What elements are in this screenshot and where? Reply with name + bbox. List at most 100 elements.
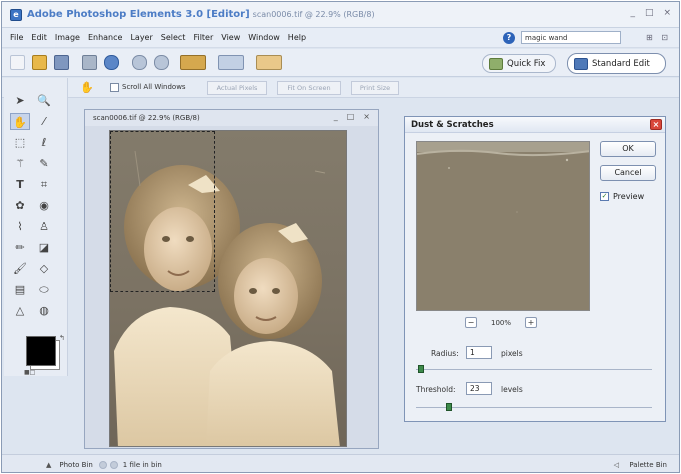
- magic-wand-tool-icon[interactable]: ⚚: [10, 155, 30, 172]
- default-colors-icon[interactable]: ■□: [24, 369, 35, 376]
- document-title-bar: scan0006.tif @ 22.9% (RGB/8) _ □ ×: [85, 110, 378, 126]
- radius-input[interactable]: [466, 346, 492, 359]
- dust-scratches-dialog: Dust & Scratches × − 100% + OK Cancel ✓ …: [404, 116, 666, 422]
- eyedropper-tool-icon[interactable]: ⁄: [34, 113, 54, 130]
- menu-help[interactable]: Help: [288, 33, 306, 42]
- photo-bin-nav: [98, 460, 118, 469]
- gradient-tool-icon[interactable]: ▤: [10, 281, 30, 298]
- photo-bin-label[interactable]: Photo Bin: [59, 461, 92, 469]
- menu-edit[interactable]: Edit: [31, 33, 47, 42]
- type-tool-icon[interactable]: T: [10, 176, 30, 193]
- date-view-icon[interactable]: [218, 55, 244, 70]
- clone-stamp-tool-icon[interactable]: ♙: [34, 218, 54, 235]
- cancel-button[interactable]: Cancel: [600, 165, 656, 181]
- app-title: Adobe Photoshop Elements 3.0 [Editor]: [27, 9, 250, 20]
- swap-colors-icon[interactable]: ↰: [59, 334, 65, 342]
- fit-on-screen-button[interactable]: Fit On Screen: [277, 81, 341, 95]
- menu-file[interactable]: File: [10, 33, 23, 42]
- document-window: scan0006.tif @ 22.9% (RGB/8) _ □ ×: [84, 109, 379, 449]
- hand-tool-options-icon: ✋: [80, 81, 94, 94]
- palette-bin-label[interactable]: Palette Bin: [629, 461, 667, 469]
- menu-bar: File Edit Image Enhance Layer Select Fil…: [2, 28, 679, 48]
- document-maximize-icon[interactable]: □: [347, 112, 355, 121]
- dialog-close-icon[interactable]: ×: [650, 119, 662, 130]
- photo-bin-count: 1 file in bin: [122, 460, 162, 469]
- document-close-icon[interactable]: ×: [363, 112, 370, 121]
- radius-slider-thumb[interactable]: [418, 365, 424, 373]
- photo-bin-toggle-icon[interactable]: ▲: [46, 461, 51, 469]
- new-file-icon[interactable]: [10, 55, 25, 70]
- palette-bin-toggle-icon[interactable]: ◁: [614, 461, 619, 469]
- window-doc-title: scan0006.tif @ 22.9% (RGB/8): [252, 10, 375, 19]
- title-bar: e Adobe Photoshop Elements 3.0 [Editor] …: [2, 2, 679, 28]
- cookie-cutter-tool-icon[interactable]: ✿: [10, 197, 30, 214]
- actual-pixels-button[interactable]: Actual Pixels: [207, 81, 267, 95]
- menu-image[interactable]: Image: [55, 33, 80, 42]
- radius-slider-track[interactable]: [416, 369, 652, 370]
- threshold-input[interactable]: [466, 382, 492, 395]
- standard-edit-button[interactable]: Standard Edit: [567, 53, 666, 74]
- print-size-button[interactable]: Print Size: [351, 81, 399, 95]
- preview-checkbox[interactable]: ✓: [600, 192, 609, 201]
- menu-filter[interactable]: Filter: [193, 33, 213, 42]
- selection-brush-tool-icon[interactable]: ✎: [34, 155, 54, 172]
- maximize-icon[interactable]: □: [645, 8, 654, 18]
- preview-label: Preview: [613, 192, 645, 201]
- blur-tool-icon[interactable]: △: [10, 302, 30, 319]
- redo-icon[interactable]: [154, 55, 169, 70]
- radius-label: Radius:: [431, 349, 459, 358]
- create-icon[interactable]: [256, 55, 282, 70]
- paint-bucket-tool-icon[interactable]: ◇: [34, 260, 54, 277]
- photo-browser-icon[interactable]: [180, 55, 206, 70]
- move-tool-icon[interactable]: ➤: [10, 92, 30, 109]
- lasso-tool-icon[interactable]: ℓ: [34, 134, 54, 151]
- menu-view[interactable]: View: [221, 33, 240, 42]
- ok-button[interactable]: OK: [600, 141, 656, 157]
- app-window: e Adobe Photoshop Elements 3.0 [Editor] …: [1, 1, 680, 473]
- zoom-in-button[interactable]: +: [525, 317, 538, 328]
- hand-tool-icon[interactable]: ✋: [10, 113, 30, 130]
- undo-icon[interactable]: [132, 55, 147, 70]
- brush-tool-icon[interactable]: 🖌: [10, 260, 30, 277]
- menu-layer[interactable]: Layer: [130, 33, 152, 42]
- zoom-out-button[interactable]: −: [465, 317, 477, 328]
- menu-enhance[interactable]: Enhance: [88, 33, 123, 42]
- panel-layout-icon[interactable]: ⊞ ⊡: [646, 33, 671, 42]
- sponge-tool-icon[interactable]: ◍: [34, 302, 54, 319]
- marquee-tool-icon[interactable]: ⬚: [10, 134, 30, 151]
- open-folder-icon[interactable]: [32, 55, 47, 70]
- eraser-tool-icon[interactable]: ◪: [34, 239, 54, 256]
- photoshop-elements-logo-icon: e: [10, 8, 22, 21]
- preview-zoom-controls: − 100% +: [465, 317, 538, 328]
- threshold-slider-thumb[interactable]: [446, 403, 452, 411]
- menu-select[interactable]: Select: [161, 33, 186, 42]
- pencil-tool-icon[interactable]: ✏: [10, 239, 30, 256]
- preview-zoom-value: 100%: [491, 318, 512, 327]
- shape-tool-icon[interactable]: ⬭: [34, 281, 54, 298]
- document-minimize-icon[interactable]: _: [334, 112, 338, 121]
- healing-brush-tool-icon[interactable]: ⌇: [10, 218, 30, 235]
- foreground-color-swatch[interactable]: [26, 336, 56, 366]
- crop-tool-icon[interactable]: ⌗: [34, 176, 54, 193]
- image-canvas[interactable]: [109, 130, 347, 447]
- close-icon[interactable]: ×: [663, 8, 671, 18]
- next-photo-icon[interactable]: [109, 460, 118, 469]
- print-icon[interactable]: [82, 55, 97, 70]
- zoom-tool-icon[interactable]: 🔍: [34, 92, 54, 109]
- quick-fix-button[interactable]: Quick Fix: [482, 54, 556, 73]
- standard-edit-label: Standard Edit: [592, 58, 650, 69]
- red-eye-tool-icon[interactable]: ◉: [34, 197, 54, 214]
- help-icon[interactable]: ?: [503, 31, 515, 44]
- help-search: ?: [503, 31, 621, 44]
- marquee-selection[interactable]: [110, 131, 215, 292]
- window-controls: _ □ ×: [630, 8, 671, 18]
- minimize-icon[interactable]: _: [630, 8, 635, 18]
- previous-photo-icon[interactable]: [98, 460, 107, 469]
- filter-preview[interactable]: [416, 141, 590, 311]
- scroll-all-windows-checkbox[interactable]: [110, 83, 119, 92]
- menu-window[interactable]: Window: [248, 33, 280, 42]
- dialog-title: Dust & Scratches: [411, 119, 494, 130]
- online-services-icon[interactable]: [104, 55, 119, 70]
- help-search-input[interactable]: [521, 31, 621, 44]
- save-icon[interactable]: [54, 55, 69, 70]
